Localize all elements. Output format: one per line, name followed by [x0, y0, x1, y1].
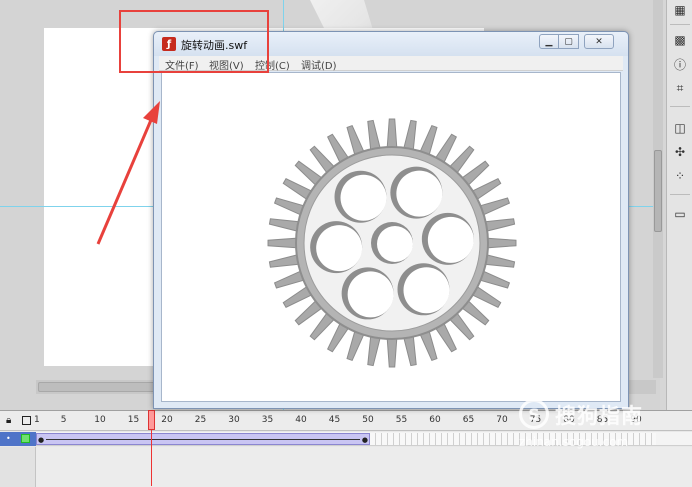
watermark-url: zhinan.sogou.com	[519, 435, 629, 449]
watermark-text: 搜狗指南	[555, 404, 643, 428]
sogou-logo-icon: S	[519, 399, 549, 429]
